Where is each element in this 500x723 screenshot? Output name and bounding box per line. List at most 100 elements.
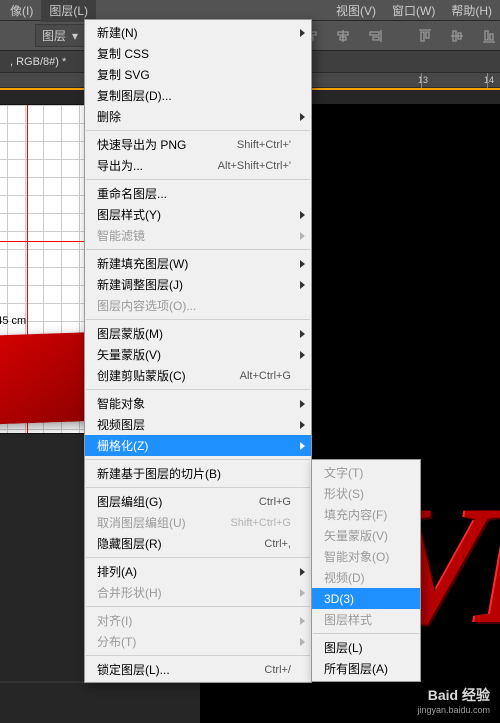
submenu-arrow-icon <box>300 589 305 597</box>
menu-item-distribute: 分布(T) <box>85 631 311 652</box>
menu-item-export-as[interactable]: 导出为... Alt+Shift+Ctrl+' <box>85 155 311 176</box>
menu-item-arrange[interactable]: 排列(A) <box>85 561 311 582</box>
menu-item-layer-style[interactable]: 图层样式(Y) <box>85 204 311 225</box>
menu-item-label: 删除 <box>97 108 291 125</box>
submenu-item-3d[interactable]: 3D(3) <box>312 588 420 609</box>
menu-separator <box>86 487 310 488</box>
align-center-v-icon[interactable] <box>446 25 468 47</box>
menu-item-label: 填充内容(F) <box>324 506 400 523</box>
menu-item-label: 对齐(I) <box>97 612 291 629</box>
menu-item-new-adjust[interactable]: 新建调整图层(J) <box>85 274 311 295</box>
menu-item-label: 智能对象 <box>97 395 291 412</box>
submenu-arrow-icon <box>300 351 305 359</box>
menu-item-label: 视频图层 <box>97 416 291 433</box>
menu-item-clip-mask[interactable]: 创建剪贴蒙版(C)Alt+Ctrl+G <box>85 365 311 386</box>
menu-item-label: 3D(3) <box>324 592 400 606</box>
menu-item-layer-mask[interactable]: 图层蒙版(M) <box>85 323 311 344</box>
menu-item-export-png[interactable]: 快速导出为 PNGShift+Ctrl+' <box>85 134 311 155</box>
menu-item-copy-css[interactable]: 复制 CSS <box>85 43 311 64</box>
menu-item-label: 视频(D) <box>324 569 400 586</box>
menu-item-vector-mask[interactable]: 矢量蒙版(V) <box>85 344 311 365</box>
menu-item-new[interactable]: 新建(N) <box>85 22 311 43</box>
submenu-arrow-icon <box>300 232 305 240</box>
menu-item-label: 新建(N) <box>97 24 291 41</box>
menu-image[interactable]: 像(I) <box>2 0 41 22</box>
submenu-arrow-icon <box>300 617 305 625</box>
menu-item-video-layer[interactable]: 视频图层 <box>85 414 311 435</box>
menu-item-label: 智能对象(O) <box>324 548 400 565</box>
menu-help[interactable]: 帮助(H) <box>443 0 500 22</box>
menu-separator <box>86 319 310 320</box>
menu-item-rename[interactable]: 重命名图层... <box>85 183 311 204</box>
menu-item-label: 复制 SVG <box>97 66 291 83</box>
layers-dropdown-menu: 新建(N) 复制 CSS 复制 SVG 复制图层(D)... 删除 快速导出为 … <box>84 19 312 683</box>
submenu-arrow-icon <box>300 211 305 219</box>
menu-item-shortcut: Ctrl+G <box>259 496 291 508</box>
menu-item-label: 栅格化(Z) <box>97 437 291 454</box>
doc-tab[interactable]: , RGB/8#) * <box>0 53 76 71</box>
submenu-arrow-icon <box>300 638 305 646</box>
rasterize-submenu: 文字(T) 形状(S) 填充内容(F) 矢量蒙版(V) 智能对象(O) 视频(D… <box>311 459 421 682</box>
align-center-h-icon[interactable] <box>332 25 354 47</box>
menu-item-smart-object[interactable]: 智能对象 <box>85 393 311 414</box>
watermark: Baid 经验 jingyan.baidu.com <box>417 685 490 715</box>
menu-item-merge-shape: 合并形状(H) <box>85 582 311 603</box>
menu-item-slices[interactable]: 新建基于图层的切片(B) <box>85 463 311 484</box>
align-bottom-icon[interactable] <box>478 25 500 47</box>
menu-separator <box>86 606 310 607</box>
submenu-arrow-icon <box>300 568 305 576</box>
menu-window[interactable]: 窗口(W) <box>384 0 443 22</box>
menu-item-shortcut: Shift+Ctrl+G <box>230 517 291 529</box>
menu-item-group[interactable]: 图层编组(G)Ctrl+G <box>85 491 311 512</box>
menu-item-copy-layer[interactable]: 复制图层(D)... <box>85 85 311 106</box>
align-right-icon[interactable] <box>364 25 386 47</box>
menu-item-label: 矢量蒙版(V) <box>97 346 291 363</box>
menu-item-label: 文字(T) <box>324 464 400 481</box>
menu-separator <box>313 633 419 634</box>
submenu-item-text: 文字(T) <box>312 462 420 483</box>
submenu-item-fill: 填充内容(F) <box>312 504 420 525</box>
menu-item-hide[interactable]: 隐藏图层(R) Ctrl+, <box>85 533 311 554</box>
menu-item-label: 导出为... <box>97 157 204 174</box>
menu-item-label: 所有图层(A) <box>324 660 400 677</box>
menu-item-label: 形状(S) <box>324 485 400 502</box>
align-top-icon[interactable] <box>414 25 436 47</box>
submenu-item-vector-mask: 矢量蒙版(V) <box>312 525 420 546</box>
menu-item-label: 图层样式 <box>324 611 400 628</box>
menu-item-copy-svg[interactable]: 复制 SVG <box>85 64 311 85</box>
menu-item-shortcut: Alt+Shift+Ctrl+' <box>218 160 291 172</box>
menu-item-label: 图层蒙版(M) <box>97 325 291 342</box>
menu-item-label: 快速导出为 PNG <box>97 136 223 153</box>
measure-label: 1 .45 cm <box>0 315 26 327</box>
menu-item-shortcut: Ctrl+/ <box>264 664 291 676</box>
ruler-tick-line <box>421 73 422 89</box>
submenu-arrow-icon <box>300 281 305 289</box>
menu-item-rasterize[interactable]: 栅格化(Z) <box>85 435 311 456</box>
submenu-item-shape: 形状(S) <box>312 483 420 504</box>
menu-separator <box>86 130 310 131</box>
menu-item-lock[interactable]: 锁定图层(L)...Ctrl+/ <box>85 659 311 680</box>
menu-item-label: 合并形状(H) <box>97 584 291 601</box>
watermark-brand: Baid 经验 <box>417 685 490 705</box>
menu-item-label: 隐藏图层(R) <box>97 535 250 552</box>
menu-separator <box>86 389 310 390</box>
submenu-item-all-layers[interactable]: 所有图层(A) <box>312 658 420 679</box>
menu-item-label: 复制 CSS <box>97 45 291 62</box>
submenu-arrow-icon <box>300 330 305 338</box>
menu-view[interactable]: 视图(V) <box>328 0 384 22</box>
menu-item-label: 新建调整图层(J) <box>97 276 291 293</box>
menu-separator <box>86 557 310 558</box>
menu-item-label: 重命名图层... <box>97 185 291 202</box>
menu-separator <box>86 249 310 250</box>
submenu-arrow-icon <box>300 260 305 268</box>
menu-item-shortcut: Ctrl+, <box>264 538 291 550</box>
menu-separator <box>86 179 310 180</box>
menu-item-label: 取消图层编组(U) <box>97 514 216 531</box>
menu-item-label: 复制图层(D)... <box>97 87 291 104</box>
layers-dropdown[interactable]: 图层 ▾ <box>35 24 85 47</box>
menu-item-delete[interactable]: 删除 <box>85 106 311 127</box>
chevron-down-icon: ▾ <box>72 29 78 43</box>
menu-item-new-fill[interactable]: 新建填充图层(W) <box>85 253 311 274</box>
menu-item-smart-filter: 智能滤镜 <box>85 225 311 246</box>
submenu-item-layer[interactable]: 图层(L) <box>312 637 420 658</box>
